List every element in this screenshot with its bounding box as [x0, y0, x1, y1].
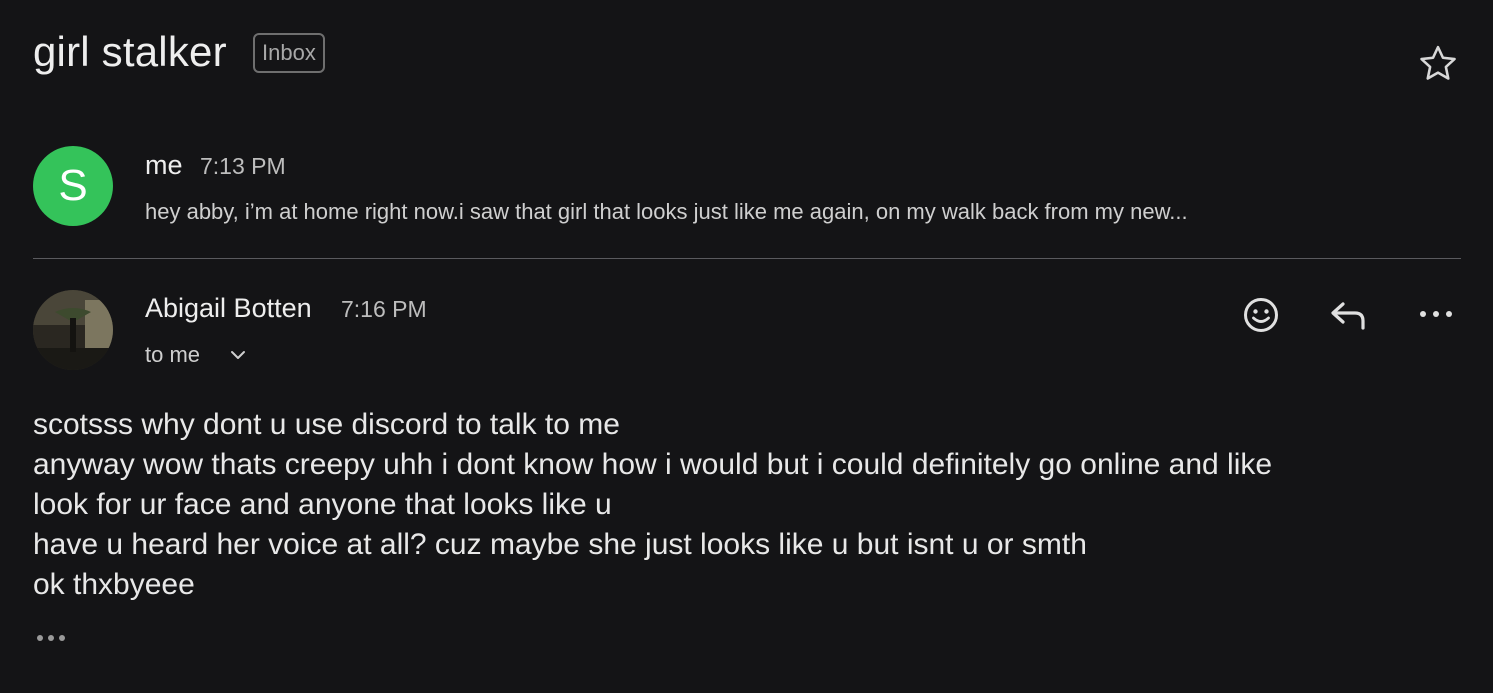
reply-icon[interactable]	[1329, 298, 1369, 332]
message-expanded-header: Abigail Botten 7:16 PM to me	[33, 290, 1461, 380]
message-time: 7:16 PM	[341, 296, 427, 322]
star-icon[interactable]	[1416, 42, 1460, 86]
message-collapsed[interactable]: S me 7:13 PM hey abby, i’m at home right…	[33, 146, 1461, 236]
avatar	[33, 290, 113, 370]
body-line: look for ur face and anyone that looks l…	[33, 488, 612, 521]
body-line: scotsss why dont u use discord to talk t…	[33, 408, 620, 441]
body-line: anyway wow thats creepy uhh i dont know …	[33, 448, 1273, 481]
body-line: ok thxbyeee	[33, 568, 195, 601]
chevron-down-icon[interactable]	[229, 348, 247, 362]
emoji-react-icon[interactable]	[1241, 295, 1281, 335]
message-snippet: hey abby, i’m at home right now.i saw th…	[145, 199, 1188, 224]
message-body: scotsss why dont u use discord to talk t…	[33, 405, 1461, 605]
more-options-icon[interactable]	[1416, 304, 1456, 324]
show-trimmed-content-icon[interactable]	[33, 627, 73, 649]
body-line: have u heard her voice at all? cuz maybe…	[33, 528, 1087, 561]
inbox-label-badge[interactable]: Inbox	[253, 33, 325, 73]
thread-header: girl stalker Inbox	[33, 24, 1460, 84]
recipient-line[interactable]: to me	[145, 342, 200, 368]
message-divider	[33, 258, 1461, 259]
sender-name: Abigail Botten	[145, 293, 312, 323]
message-time: 7:13 PM	[200, 153, 286, 179]
thread-subject: girl stalker	[33, 28, 227, 75]
avatar: S	[33, 146, 113, 226]
sender-name: me	[145, 150, 183, 180]
